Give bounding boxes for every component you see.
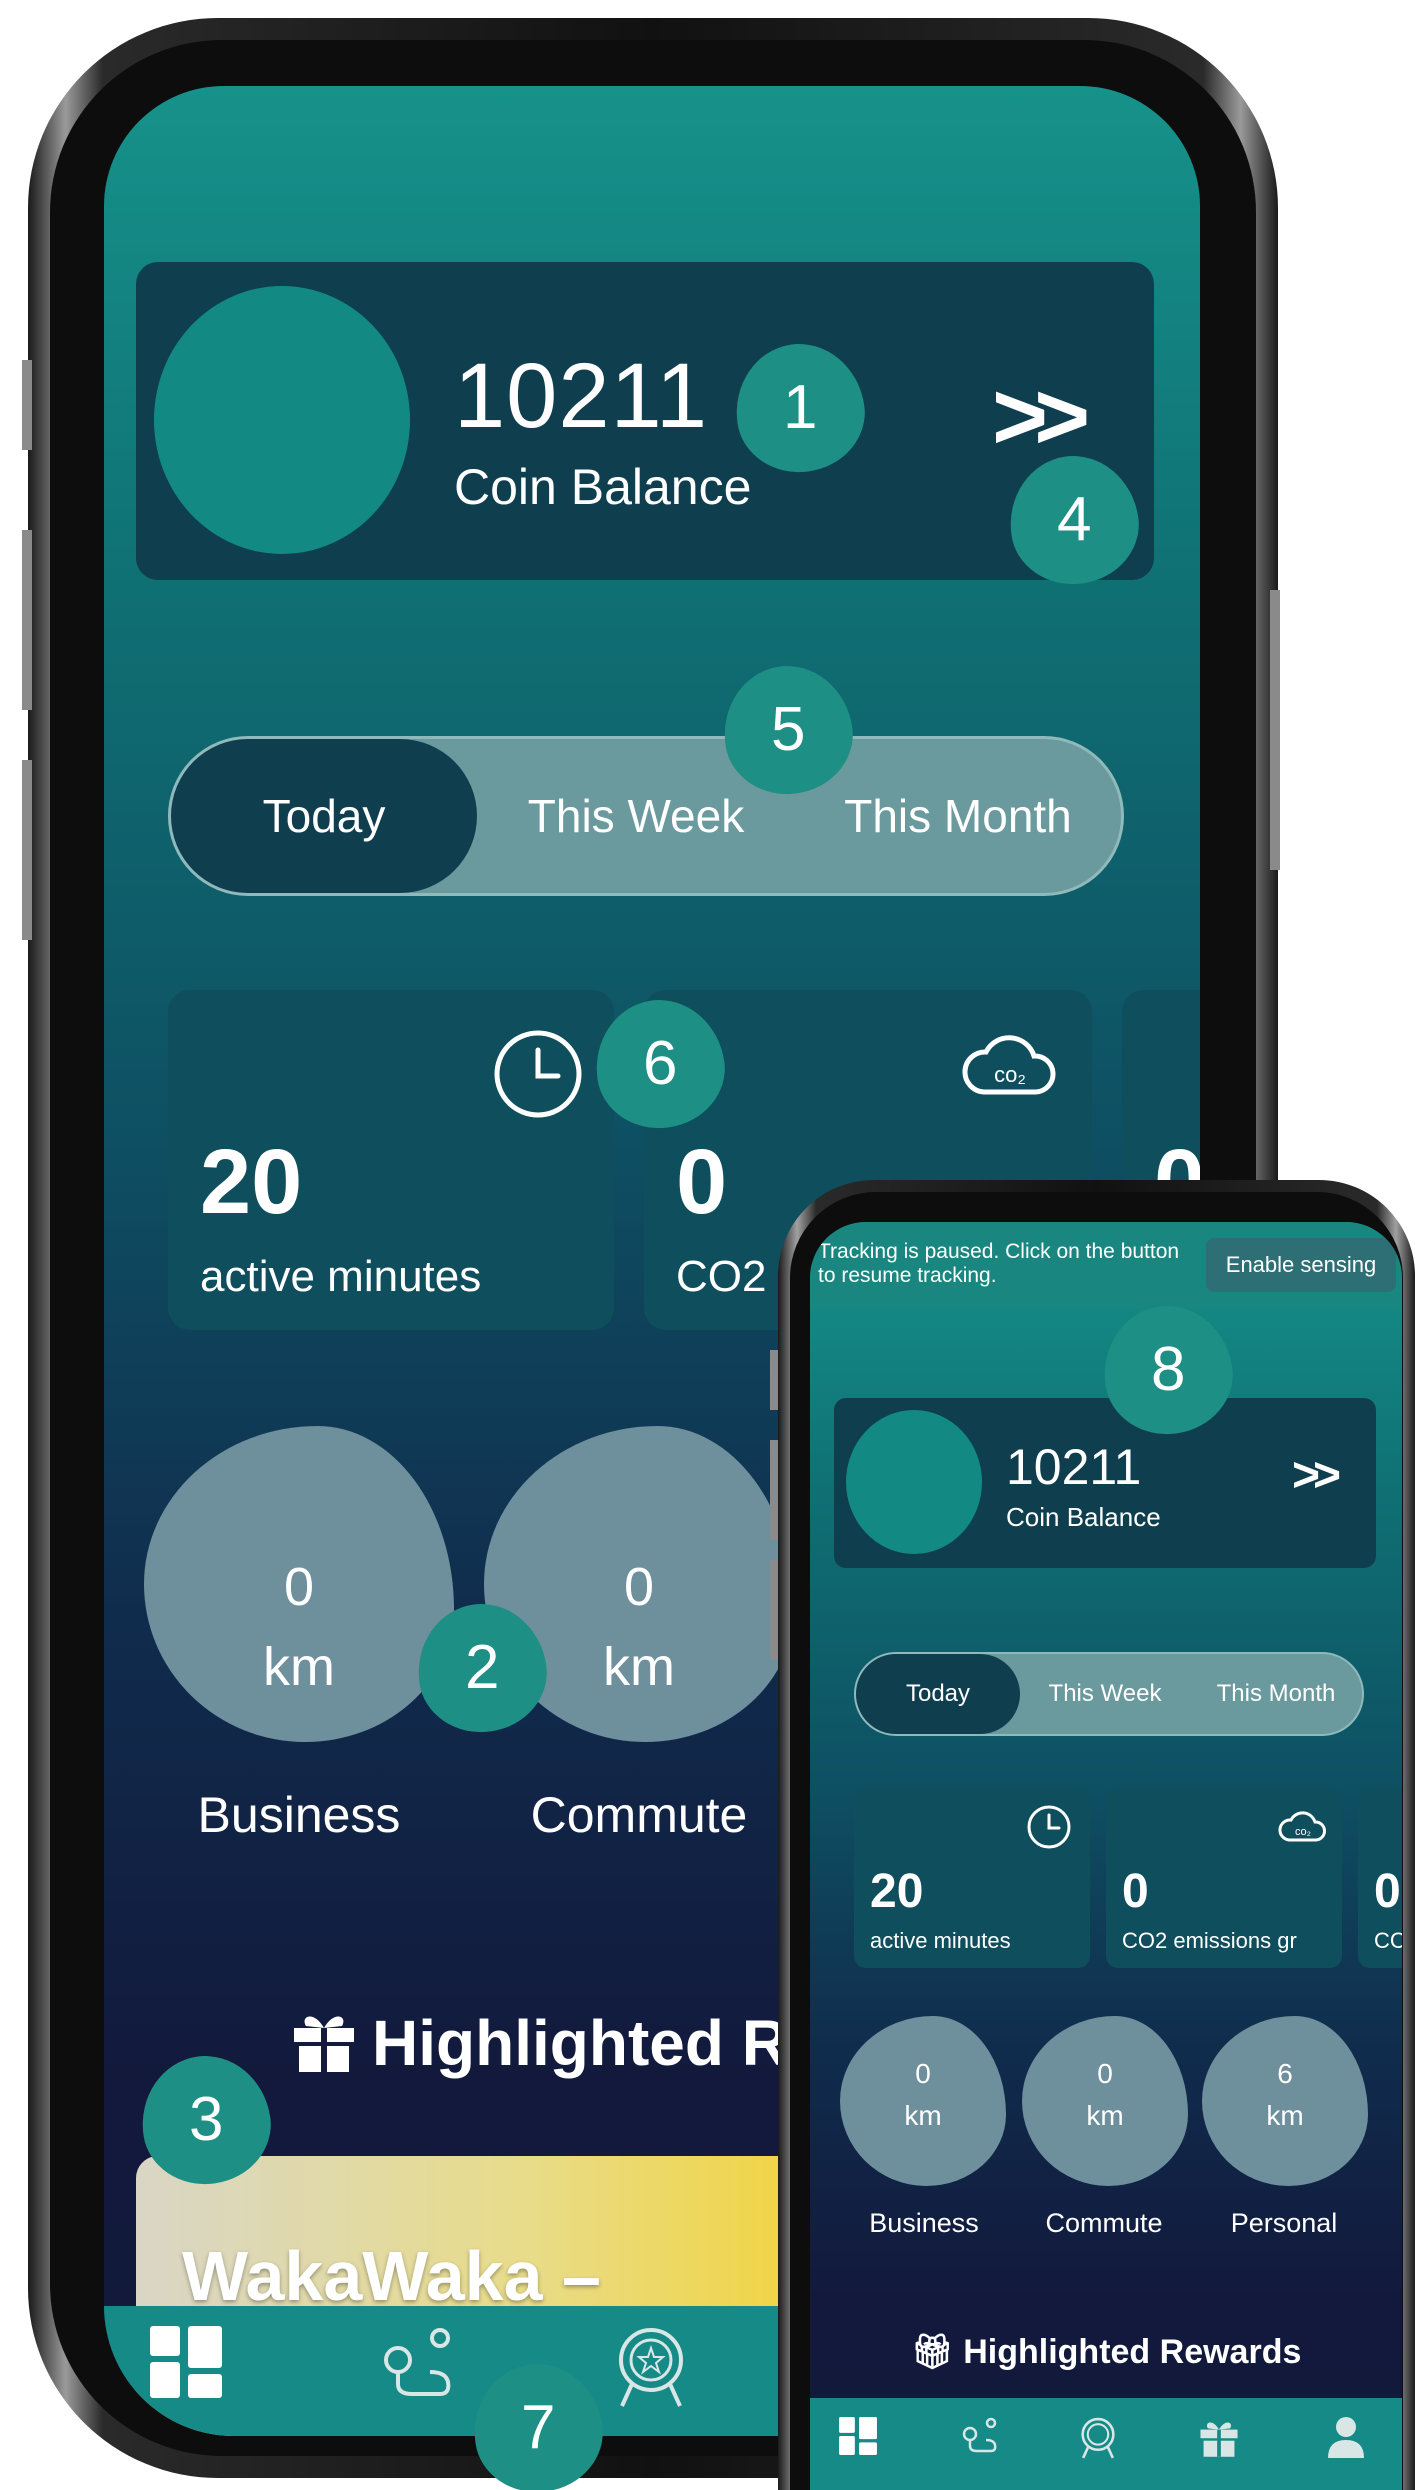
period-tabs: Today This Week This Month (854, 1652, 1364, 1736)
stat-label: CO2 (676, 1252, 767, 1301)
coin-balance-label: Coin Balance (1006, 1502, 1161, 1532)
stat-card-partial[interactable]: 0 CC (1358, 1788, 1402, 1968)
trip-blob-commute[interactable]: 0 km (1022, 2016, 1188, 2186)
trip-value: 0 (283, 1557, 315, 1617)
trip-unit: km (263, 1637, 335, 1697)
tracking-paused-banner: Tracking is paused. Click on the button … (810, 1222, 1402, 1308)
marker-number: 4 (1056, 485, 1092, 555)
stat-card-active-minutes[interactable]: 20 active minutes (854, 1788, 1090, 1968)
side-button (770, 1560, 778, 1660)
dashboard-icon[interactable] (148, 2324, 224, 2400)
side-button (770, 1350, 778, 1410)
inset-screen: Tracking is paused. Click on the button … (810, 1222, 1402, 2490)
marker-number: 7 (520, 2393, 556, 2463)
stat-value: 20 (870, 1865, 924, 1918)
tab-this-month[interactable]: This Month (1190, 1654, 1362, 1734)
tab-today[interactable]: Today (171, 739, 477, 893)
clock-icon (1027, 1805, 1071, 1849)
coin-balance-label: Coin Balance (454, 459, 752, 515)
rewards-heading-text: Highlighted R (372, 2007, 788, 2079)
trip-label-business: Business (869, 2208, 979, 2238)
co2-cloud-icon: co₂ (1278, 1811, 1326, 1842)
side-button (22, 760, 32, 940)
badge-icon[interactable] (1076, 2416, 1120, 2460)
trip-unit: km (1266, 2100, 1304, 2131)
side-button (22, 530, 32, 710)
gift-icon[interactable] (1198, 2416, 1240, 2458)
profile-icon[interactable] (1326, 2416, 1366, 2458)
chevron-double-right-icon[interactable]: >> (1292, 1448, 1341, 1503)
stat-label: active minutes (870, 1928, 1011, 1953)
trip-unit: km (904, 2100, 942, 2131)
power-button (1270, 590, 1280, 870)
marker-number: 8 (1150, 1335, 1186, 1405)
stat-value: 0 (1374, 1865, 1401, 1918)
trip-label-commute: Commute (530, 1787, 748, 1843)
avatar (846, 1410, 982, 1554)
dashboard-icon[interactable] (838, 2416, 878, 2456)
clock-icon (494, 1030, 582, 1118)
marker-number: 3 (188, 2085, 224, 2155)
badge-icon[interactable] (608, 2324, 694, 2410)
stat-value: 0 (676, 1131, 728, 1233)
side-button (22, 360, 32, 450)
gift-icon: 🎁︎ (910, 2333, 964, 2371)
bottom-nav (810, 2398, 1402, 2490)
trip-unit: km (1086, 2100, 1124, 2131)
svg-text:co₂: co₂ (1295, 1826, 1311, 1838)
avatar (154, 286, 410, 554)
stat-card-co2[interactable]: co₂ 0 CO2 emissions gr (1106, 1788, 1342, 1968)
co2-cloud-icon: co₂ (962, 1035, 1056, 1095)
rewards-heading: Highlighted R (372, 2006, 788, 2080)
trip-label-business: Business (197, 1787, 401, 1843)
stat-label: CC (1374, 1928, 1402, 1953)
trip-blob-personal[interactable]: 6 km (1202, 2016, 1368, 2186)
trip-value: 0 (623, 1557, 655, 1617)
trip-label-personal: Personal (1230, 2208, 1338, 2238)
coin-balance-card[interactable]: 10211 Coin Balance >> (136, 262, 1154, 580)
stat-value: 20 (200, 1131, 303, 1233)
marker-number: 1 (782, 373, 818, 443)
coin-balance-card[interactable]: 10211 Coin Balance >> (834, 1398, 1376, 1568)
trip-blob-business[interactable]: 0 km (144, 1426, 454, 1742)
rewards-heading: 🎁︎ Highlighted Rewards (810, 2332, 1402, 2372)
stat-label: CO2 emissions gr (1122, 1928, 1297, 1953)
rewards-heading-text: Highlighted Rewards (963, 2333, 1302, 2371)
trip-value: 0 (915, 2058, 931, 2089)
coin-balance-value: 10211 (1006, 1439, 1142, 1495)
reward-title: WakaWaka – (182, 2237, 601, 2315)
tracking-message: Tracking is paused. Click on the button … (818, 1240, 1180, 1287)
svg-text:co₂: co₂ (994, 1062, 1026, 1087)
stat-label: active minutes (200, 1252, 482, 1301)
period-tabs: Today This Week This Month (168, 736, 1124, 896)
stat-card-active-minutes[interactable]: 20 active minutes (168, 990, 614, 1330)
tab-today[interactable]: Today (856, 1654, 1020, 1734)
trip-value: 6 (1277, 2058, 1293, 2089)
enable-sensing-button[interactable]: Enable sensing (1206, 1238, 1396, 1292)
route-icon[interactable] (960, 2416, 1000, 2456)
stat-value: 0 (1122, 1865, 1149, 1918)
gift-icon (294, 2016, 354, 2072)
side-button (770, 1440, 778, 1540)
trip-value: 0 (1097, 2058, 1113, 2089)
tab-this-week[interactable]: This Week (1020, 1654, 1190, 1734)
marker-number: 2 (464, 1633, 500, 1703)
coin-balance-value: 10211 (454, 345, 709, 447)
trip-label-commute: Commute (1045, 2208, 1163, 2238)
marker-number: 6 (642, 1029, 678, 1099)
route-icon[interactable] (378, 2324, 458, 2404)
trip-blob-business[interactable]: 0 km (840, 2016, 1006, 2186)
marker-number: 5 (770, 695, 806, 765)
